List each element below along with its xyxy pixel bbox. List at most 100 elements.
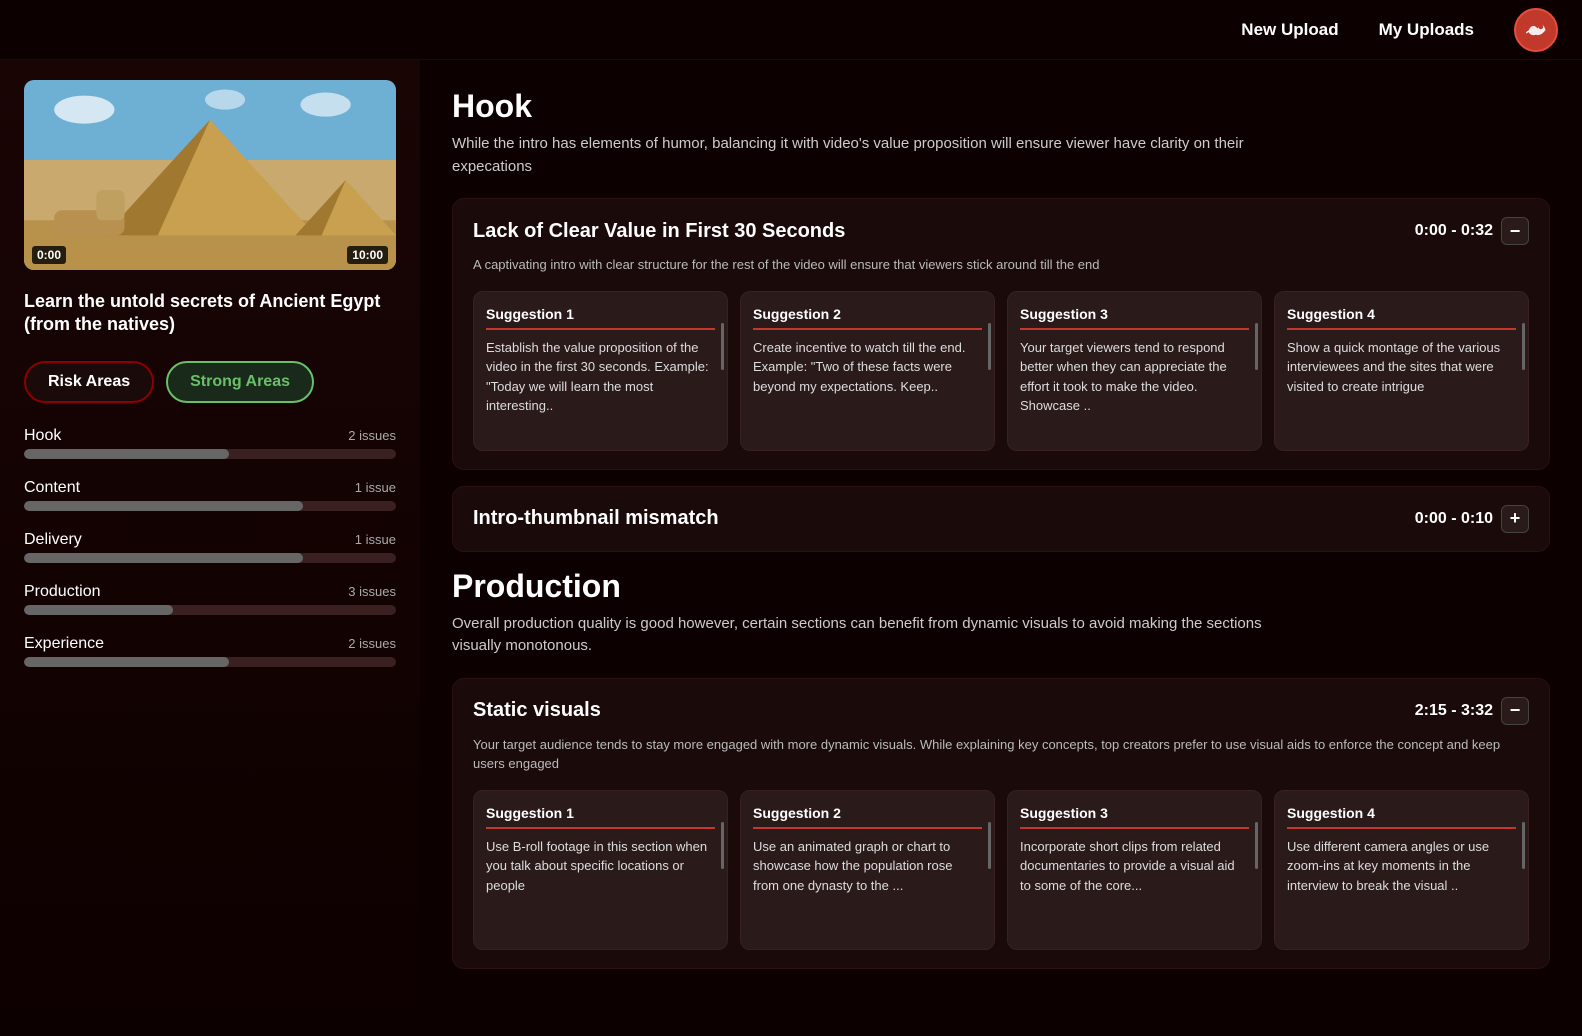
production-suggestion-card-3: Suggestion 3 Incorporate short clips fro… bbox=[1007, 790, 1262, 950]
suggestion-scrollbar-3[interactable] bbox=[1255, 323, 1258, 370]
metric-experience-bar-fill bbox=[24, 657, 229, 667]
issue-card-static-visuals: Static visuals 2:15 - 3:32 − Your target… bbox=[452, 678, 1550, 969]
metric-experience-issues: 2 issues bbox=[348, 636, 396, 651]
metric-delivery: Delivery 1 issue bbox=[24, 531, 396, 563]
metric-experience: Experience 2 issues bbox=[24, 635, 396, 667]
video-thumbnail[interactable]: 0:00 10:00 bbox=[24, 80, 396, 270]
production-suggestion-text-3: Incorporate short clips from related doc… bbox=[1020, 837, 1249, 896]
metric-delivery-header: Delivery 1 issue bbox=[24, 531, 396, 549]
hook-section-title: Hook bbox=[452, 88, 1550, 125]
metric-experience-name: Experience bbox=[24, 635, 104, 653]
tab-group: Risk Areas Strong Areas bbox=[24, 361, 396, 403]
production-suggestion-card-4: Suggestion 4 Use different camera angles… bbox=[1274, 790, 1529, 950]
suggestion-scrollbar-2[interactable] bbox=[988, 323, 991, 370]
metric-hook-name: Hook bbox=[24, 427, 61, 445]
production-suggestion-card-2: Suggestion 2 Use an animated graph or ch… bbox=[740, 790, 995, 950]
metric-delivery-name: Delivery bbox=[24, 531, 82, 549]
issue-title-static-visuals: Static visuals bbox=[473, 699, 601, 722]
production-suggestion-scrollbar-4[interactable] bbox=[1522, 822, 1525, 869]
new-upload-link[interactable]: New Upload bbox=[1241, 20, 1338, 40]
metric-content-bar-bg bbox=[24, 501, 396, 511]
production-section-subtitle: Overall production quality is good howev… bbox=[452, 613, 1272, 658]
content-panel: Hook While the intro has elements of hum… bbox=[420, 60, 1582, 1036]
metric-hook: Hook 2 issues bbox=[24, 427, 396, 459]
suggestion-label-3: Suggestion 3 bbox=[1020, 306, 1249, 330]
strong-areas-tab[interactable]: Strong Areas bbox=[166, 361, 314, 403]
suggestion-text-2: Create incentive to watch till the end. … bbox=[753, 338, 982, 397]
metric-production-bar-bg bbox=[24, 605, 396, 615]
video-title: Learn the untold secrets of Ancient Egyp… bbox=[24, 290, 396, 337]
issue-card-lack-of-value-header: Lack of Clear Value in First 30 Seconds … bbox=[473, 217, 1529, 245]
collapse-button-static-visuals[interactable]: − bbox=[1501, 697, 1529, 725]
hook-section-subtitle: While the intro has elements of humor, b… bbox=[452, 133, 1272, 178]
main-layout: 0:00 10:00 Learn the untold secrets of A… bbox=[0, 60, 1582, 1036]
metric-content-header: Content 1 issue bbox=[24, 479, 396, 497]
suggestion-card-3: Suggestion 3 Your target viewers tend to… bbox=[1007, 291, 1262, 451]
metric-delivery-bar-bg bbox=[24, 553, 396, 563]
issue-card-thumbnail-header: Intro-thumbnail mismatch 0:00 - 0:10 + bbox=[473, 505, 1529, 533]
suggestion-label-4: Suggestion 4 bbox=[1287, 306, 1516, 330]
metric-delivery-issues: 1 issue bbox=[355, 532, 396, 547]
issue-desc-static-visuals: Your target audience tends to stay more … bbox=[473, 735, 1529, 774]
sidebar: 0:00 10:00 Learn the untold secrets of A… bbox=[0, 60, 420, 1036]
production-suggestion-text-1: Use B-roll footage in this section when … bbox=[486, 837, 715, 896]
suggestion-card-2: Suggestion 2 Create incentive to watch t… bbox=[740, 291, 995, 451]
metric-hook-issues: 2 issues bbox=[348, 428, 396, 443]
issue-card-static-visuals-header: Static visuals 2:15 - 3:32 − bbox=[473, 697, 1529, 725]
issue-time-text: 0:00 - 0:32 bbox=[1415, 222, 1493, 240]
issue-time-static-visuals: 2:15 - 3:32 − bbox=[1415, 697, 1529, 725]
header: New Upload My Uploads bbox=[0, 0, 1582, 60]
suggestion-label-2: Suggestion 2 bbox=[753, 306, 982, 330]
issue-time-thumb-text: 0:00 - 0:10 bbox=[1415, 510, 1493, 528]
risk-areas-tab[interactable]: Risk Areas bbox=[24, 361, 154, 403]
metric-delivery-bar-fill bbox=[24, 553, 303, 563]
production-suggestion-card-1: Suggestion 1 Use B-roll footage in this … bbox=[473, 790, 728, 950]
metric-production-issues: 3 issues bbox=[348, 584, 396, 599]
collapse-button-lack-of-value[interactable]: − bbox=[1501, 217, 1529, 245]
issue-time-static-text: 2:15 - 3:32 bbox=[1415, 702, 1493, 720]
production-suggestion-text-2: Use an animated graph or chart to showca… bbox=[753, 837, 982, 896]
production-suggestion-text-4: Use different camera angles or use zoom-… bbox=[1287, 837, 1516, 896]
production-suggestion-label-4: Suggestion 4 bbox=[1287, 805, 1516, 829]
metric-experience-bar-bg bbox=[24, 657, 396, 667]
suggestion-text-4: Show a quick montage of the various inte… bbox=[1287, 338, 1516, 397]
production-suggestion-label-3: Suggestion 3 bbox=[1020, 805, 1249, 829]
metric-content: Content 1 issue bbox=[24, 479, 396, 511]
suggestion-card-1: Suggestion 1 Establish the value proposi… bbox=[473, 291, 728, 451]
suggestion-text-1: Establish the value proposition of the v… bbox=[486, 338, 715, 416]
issue-time-thumbnail-mismatch: 0:00 - 0:10 + bbox=[1415, 505, 1529, 533]
metric-hook-bar-fill bbox=[24, 449, 229, 459]
suggestions-row-lack-of-value: Suggestion 1 Establish the value proposi… bbox=[473, 291, 1529, 451]
suggestion-card-4: Suggestion 4 Show a quick montage of the… bbox=[1274, 291, 1529, 451]
metric-content-name: Content bbox=[24, 479, 80, 497]
metric-hook-bar-bg bbox=[24, 449, 396, 459]
issue-title-lack-of-value: Lack of Clear Value in First 30 Seconds bbox=[473, 220, 845, 243]
suggestion-text-3: Your target viewers tend to respond bett… bbox=[1020, 338, 1249, 416]
metric-production-name: Production bbox=[24, 583, 101, 601]
metrics-list: Hook 2 issues Content 1 issue Delive bbox=[24, 427, 396, 667]
metric-production-header: Production 3 issues bbox=[24, 583, 396, 601]
suggestion-scrollbar-4[interactable] bbox=[1522, 323, 1525, 370]
production-suggestion-label-2: Suggestion 2 bbox=[753, 805, 982, 829]
production-suggestion-scrollbar-3[interactable] bbox=[1255, 822, 1258, 869]
header-nav: New Upload My Uploads bbox=[1241, 8, 1558, 52]
my-uploads-link[interactable]: My Uploads bbox=[1379, 20, 1474, 40]
suggestion-scrollbar-1[interactable] bbox=[721, 323, 724, 370]
production-suggestion-scrollbar-2[interactable] bbox=[988, 822, 991, 869]
suggestion-label-1: Suggestion 1 bbox=[486, 306, 715, 330]
issue-card-thumbnail-mismatch: Intro-thumbnail mismatch 0:00 - 0:10 + bbox=[452, 486, 1550, 552]
issue-desc-lack-of-value: A captivating intro with clear structure… bbox=[473, 255, 1529, 275]
avatar[interactable] bbox=[1514, 8, 1558, 52]
issue-time-lack-of-value: 0:00 - 0:32 − bbox=[1415, 217, 1529, 245]
metric-experience-header: Experience 2 issues bbox=[24, 635, 396, 653]
suggestions-row-static-visuals: Suggestion 1 Use B-roll footage in this … bbox=[473, 790, 1529, 950]
production-suggestion-scrollbar-1[interactable] bbox=[721, 822, 724, 869]
production-section-title: Production bbox=[452, 568, 1550, 605]
expand-button-thumbnail-mismatch[interactable]: + bbox=[1501, 505, 1529, 533]
video-time-current: 0:00 bbox=[32, 246, 66, 264]
metric-production: Production 3 issues bbox=[24, 583, 396, 615]
issue-title-thumbnail-mismatch: Intro-thumbnail mismatch bbox=[473, 507, 719, 530]
metric-content-issues: 1 issue bbox=[355, 480, 396, 495]
metric-hook-header: Hook 2 issues bbox=[24, 427, 396, 445]
metric-production-bar-fill bbox=[24, 605, 173, 615]
